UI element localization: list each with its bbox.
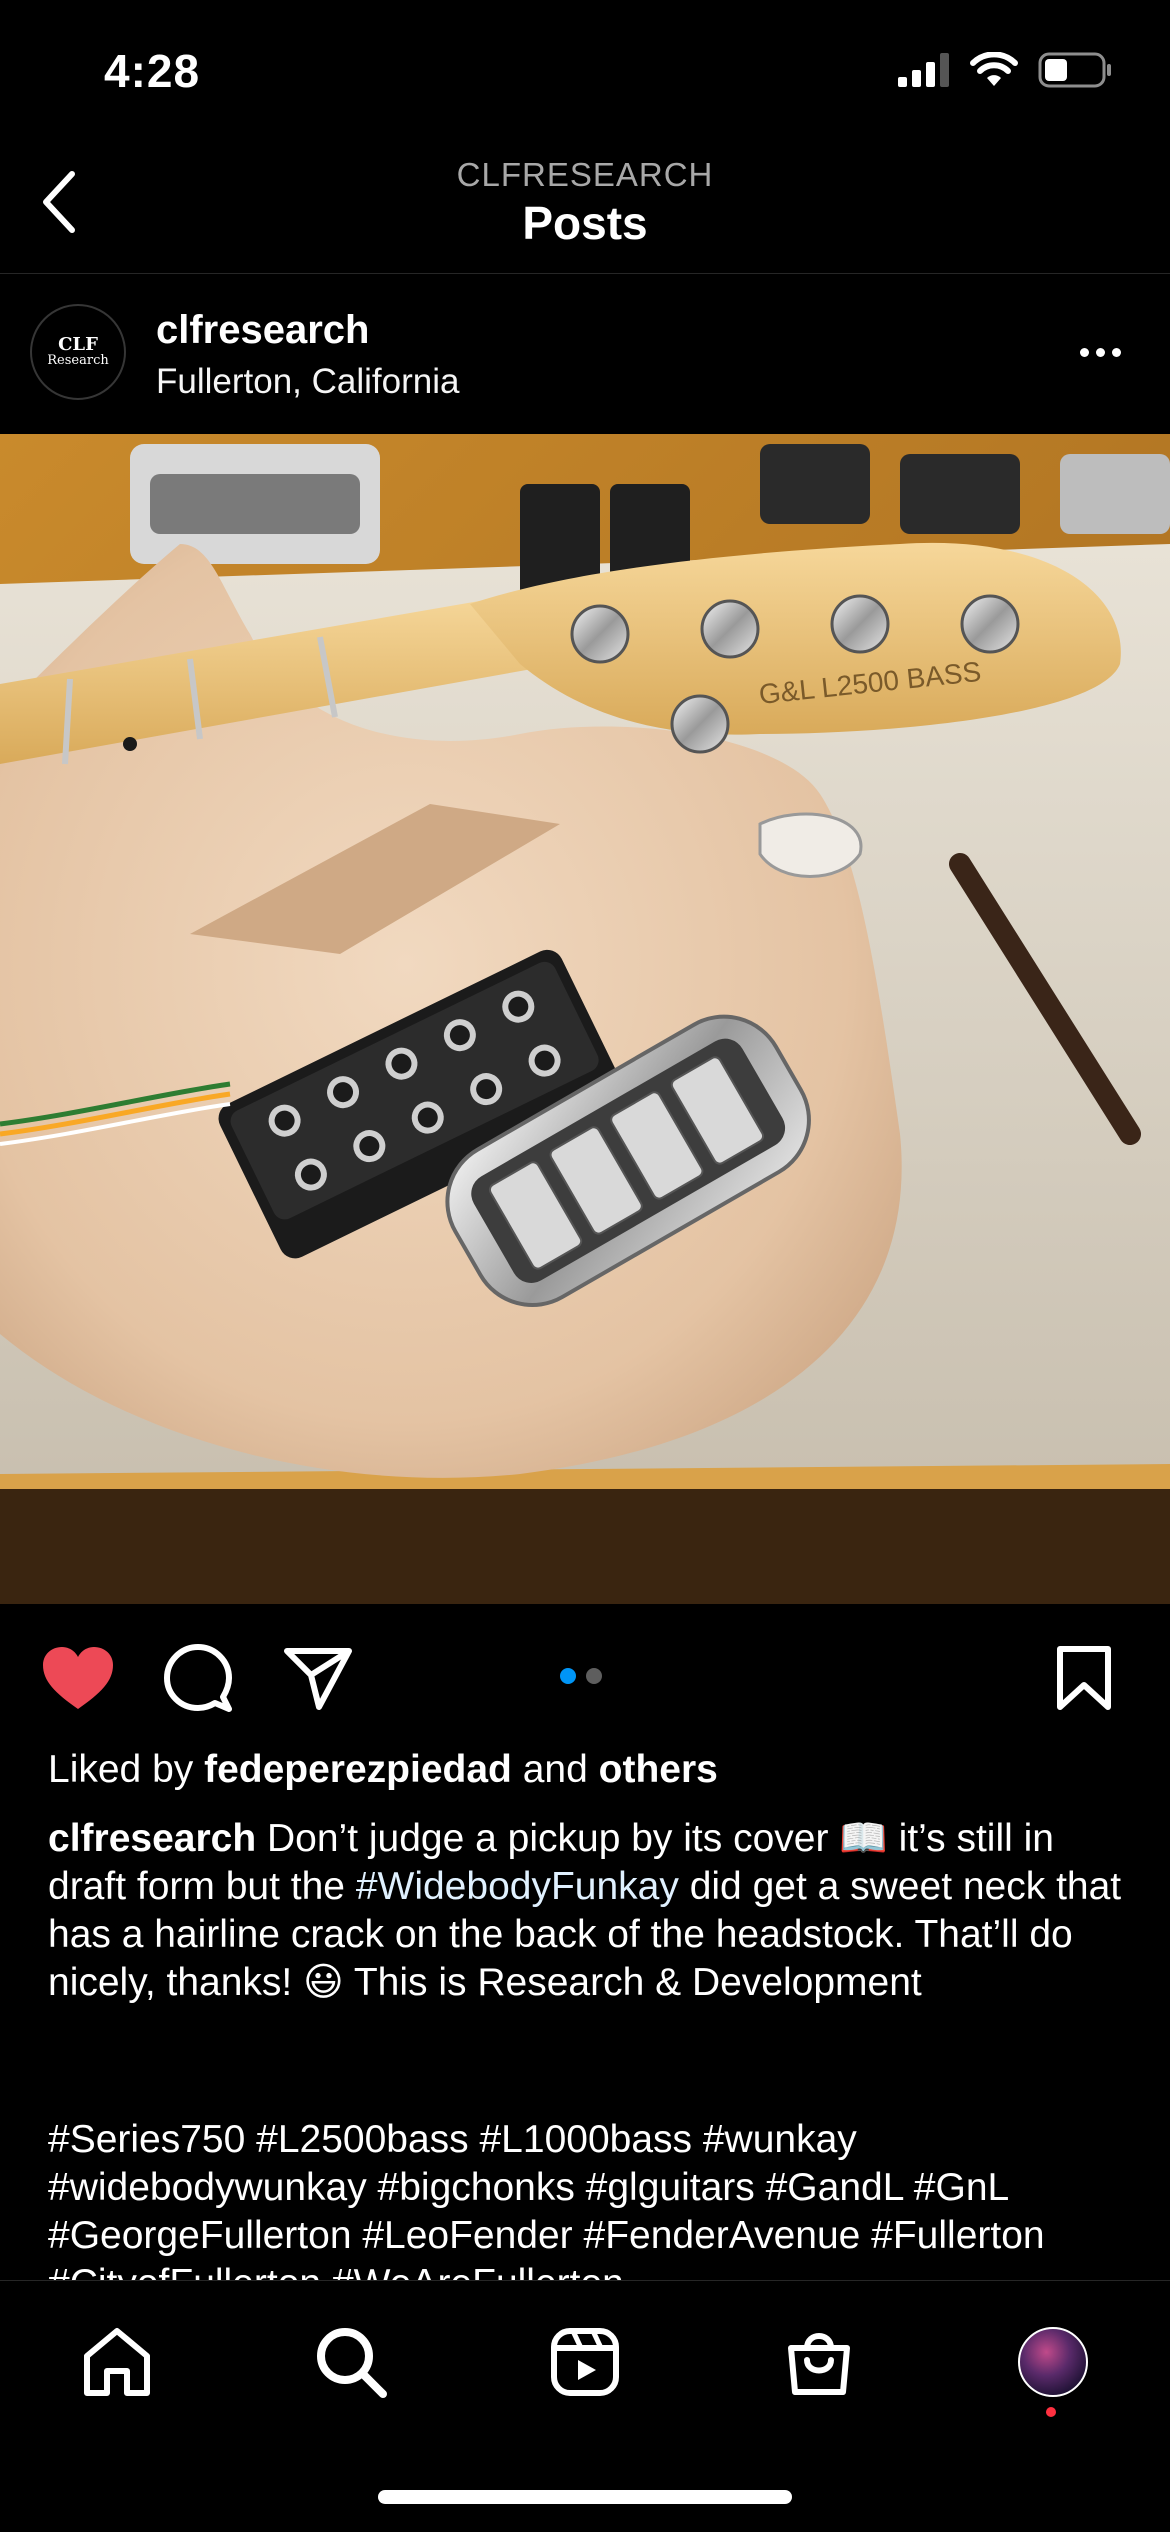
tab-home[interactable] [72, 2317, 162, 2407]
tab-reels[interactable] [540, 2317, 630, 2407]
post-username[interactable]: clfresearch [156, 308, 369, 353]
like-button[interactable] [38, 1638, 118, 1718]
carousel-dot-active [560, 1668, 576, 1684]
tab-search[interactable] [306, 2317, 396, 2407]
avatar-text-bottom: Research [47, 353, 109, 368]
comment-icon [164, 1644, 232, 1712]
status-bar: 4:28 [0, 0, 1170, 140]
carousel-dot [586, 1668, 602, 1684]
paper-plane-icon [284, 1648, 352, 1710]
likes-prefix: Liked by [48, 1748, 194, 1791]
more-horizontal-icon [1079, 347, 1089, 357]
guitar-photo: G&L L2500 BASS [0, 434, 1170, 1604]
post-location[interactable]: Fullerton, California [156, 362, 459, 402]
post-actions [0, 1628, 1170, 1728]
status-time: 4:28 [104, 45, 201, 97]
more-options-button[interactable] [1070, 332, 1130, 372]
more-dot [1111, 347, 1121, 357]
bookmark-icon [1057, 1646, 1111, 1710]
profile-avatar [1018, 2327, 1088, 2397]
post-caption: clfresearch Don’t judge a pickup by its … [48, 1815, 1128, 2007]
liked-by-user[interactable]: fedeperezpiedad [204, 1748, 512, 1791]
header-subtitle: CLFRESEARCH [456, 156, 714, 193]
home-icon [84, 2328, 150, 2396]
share-button[interactable] [278, 1638, 358, 1718]
status-icons [898, 52, 1112, 88]
reels-icon [551, 2328, 619, 2396]
carousel-indicator [560, 1668, 602, 1684]
post-header: CLF Research clfresearch Fullerton, Cali… [0, 290, 1170, 420]
tab-shop[interactable] [774, 2317, 864, 2407]
page-title: Posts [522, 197, 648, 249]
post-image[interactable]: G&L L2500 BASS [0, 434, 1170, 1604]
caption-hashtags[interactable]: #Series750 #L2500bass #L1000bass #wunkay… [48, 2116, 1138, 2280]
shopping-bag-icon [788, 2333, 850, 2395]
caption-username[interactable]: clfresearch [48, 1817, 256, 1860]
heart-icon [43, 1647, 113, 1709]
more-dot [1095, 347, 1105, 357]
search-icon [317, 2328, 387, 2398]
caption-hashtag[interactable]: #WidebodyFunkay [356, 1865, 679, 1908]
home-indicator [378, 2490, 792, 2504]
battery-icon [1038, 52, 1111, 88]
notification-dot [1046, 2407, 1056, 2417]
post-avatar[interactable]: CLF Research [30, 304, 126, 400]
comment-button[interactable] [158, 1638, 238, 1718]
avatar-text-top: CLF [58, 334, 98, 355]
likes-summary[interactable]: Liked by fedeperezpiedad and others [48, 1748, 718, 1792]
wifi-icon [970, 52, 1018, 86]
likes-others[interactable]: others [599, 1748, 718, 1791]
save-button[interactable] [1044, 1638, 1124, 1718]
likes-and: and [522, 1748, 588, 1791]
tab-profile[interactable] [1008, 2317, 1098, 2407]
nav-header: CLFRESEARCH Posts [0, 140, 1170, 274]
cellular-signal-icon [898, 53, 949, 87]
